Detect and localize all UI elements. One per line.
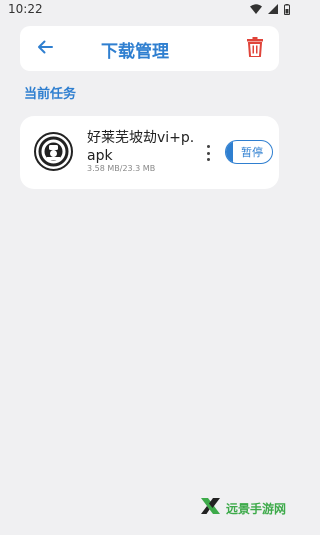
status-icons xyxy=(250,3,290,15)
battery-icon xyxy=(284,3,290,15)
more-vert-icon xyxy=(206,151,210,155)
page-title: 下载管理 xyxy=(101,42,169,62)
app-logo xyxy=(34,132,73,171)
watermark-logo-icon xyxy=(200,497,222,519)
more-vert-icon xyxy=(206,158,210,161)
arrow-left-icon xyxy=(37,39,53,58)
signal-icon xyxy=(268,4,278,14)
section-label-current-tasks: 当前任务 xyxy=(24,87,77,102)
trash-icon xyxy=(247,37,263,61)
status-time: 10:22 xyxy=(8,2,43,16)
more-options-button[interactable] xyxy=(204,145,212,161)
more-vert-icon xyxy=(206,145,210,148)
download-task-card[interactable]: 好莱芜坡劫vi+p.apk 3.58 MB/23.3 MB 暂停 xyxy=(20,116,279,189)
watermark: 远景手游网 xyxy=(200,497,286,519)
file-size: 3.58 MB/23.3 MB xyxy=(87,164,156,173)
file-name: 好莱芜坡劫vi+p.apk xyxy=(87,130,195,164)
back-button[interactable] xyxy=(35,38,55,58)
header-bar: 下载管理 xyxy=(20,26,279,71)
watermark-text: 远景手游网 xyxy=(226,501,287,516)
pause-button-label: 暂停 xyxy=(241,146,263,159)
status-bar: 10:22 xyxy=(0,0,300,18)
wifi-icon xyxy=(250,4,262,14)
pause-button[interactable]: 暂停 xyxy=(225,140,273,164)
delete-button[interactable] xyxy=(245,37,265,61)
